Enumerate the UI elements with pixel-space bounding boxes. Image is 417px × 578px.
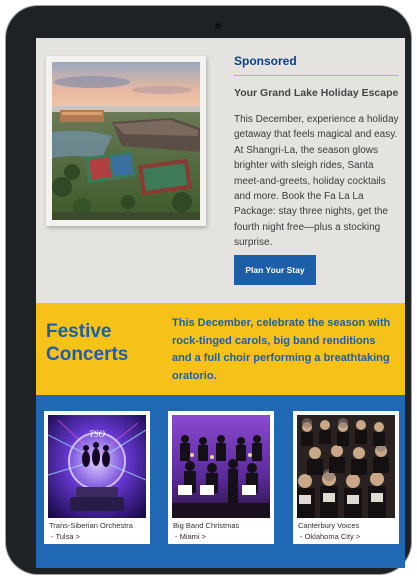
- concert-image-tso: TSO: [48, 415, 146, 518]
- concert-city-link[interactable]: - Oklahoma City >: [298, 532, 398, 543]
- sponsored-body: This December, experience a holiday geta…: [234, 114, 399, 249]
- festive-concerts-section: Festive Concerts This December, celebrat…: [36, 303, 405, 395]
- concert-city-link[interactable]: - Tulsa >: [49, 532, 149, 543]
- concert-card-canterbury[interactable]: Canterbury Voices - Oklahoma City >: [293, 411, 399, 544]
- concert-name: Big Band Christmas: [173, 521, 240, 530]
- concert-caption-big-band: Big Band Christmas - Miami >: [173, 521, 273, 542]
- email-screen[interactable]: Sponsored Your Grand Lake Holiday Escape…: [36, 38, 405, 568]
- resort-aerial-image: [52, 62, 200, 220]
- concert-image-big-band: [172, 415, 270, 518]
- sponsored-title: Your Grand Lake Holiday Escape: [234, 87, 399, 99]
- camera-dot: [215, 23, 221, 29]
- concert-card-tso[interactable]: TSO Trans-Siberian Orchestra - Tulsa >: [44, 411, 150, 544]
- plan-your-stay-button[interactable]: Plan Your Stay: [234, 255, 316, 285]
- svg-text:TSO: TSO: [89, 429, 106, 439]
- concert-name: Canterbury Voices: [298, 521, 360, 530]
- sponsored-section: Sponsored Your Grand Lake Holiday Escape…: [36, 38, 405, 303]
- concert-name: Trans-Siberian Orchestra: [49, 521, 133, 530]
- concert-caption-tso: Trans-Siberian Orchestra - Tulsa >: [49, 521, 149, 542]
- concert-cards-row: TSO Trans-Siberian Orchestra - Tulsa > B…: [36, 395, 405, 568]
- concert-city-link[interactable]: - Miami >: [173, 532, 273, 543]
- sponsored-divider: [234, 75, 398, 76]
- tablet-frame: Sponsored Your Grand Lake Holiday Escape…: [6, 6, 411, 574]
- resort-photo-frame: [46, 56, 206, 226]
- sponsored-label: Sponsored: [234, 54, 297, 68]
- festive-concerts-description: This December, celebrate the season with…: [172, 317, 391, 382]
- festive-concerts-heading: Festive Concerts: [46, 321, 129, 365]
- concert-card-big-band[interactable]: Big Band Christmas - Miami >: [168, 411, 274, 544]
- resort-photo[interactable]: [52, 62, 200, 220]
- concert-caption-canterbury: Canterbury Voices - Oklahoma City >: [298, 521, 398, 542]
- concert-image-canterbury: [297, 415, 395, 518]
